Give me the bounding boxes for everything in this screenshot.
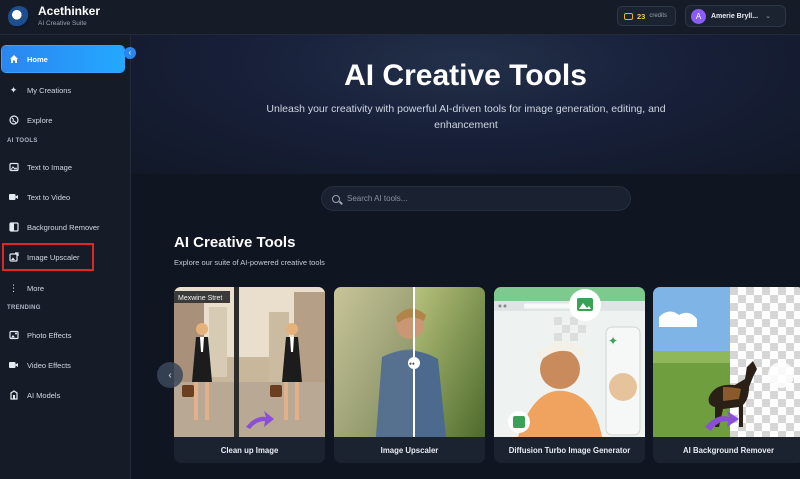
sidebar-item-video-effects[interactable]: Video Effects (2, 352, 124, 378)
hero-subtitle: Unleash your creativity with powerful AI… (266, 103, 666, 131)
street-sign-text: Mexwine Stret (178, 295, 222, 302)
wallet-icon (624, 12, 633, 20)
chevron-down-icon: ⌄ (765, 13, 771, 20)
sidebar-item-label: Explore (27, 115, 53, 125)
brand-name: Acethinker (38, 4, 101, 18)
more-dots-icon: ⋮ (9, 282, 18, 293)
card-label: AI Background Remover (683, 445, 774, 455)
sidebar-item-more[interactable]: ⋮ More (2, 275, 124, 301)
sidebar-item-label: Text to Image (27, 162, 73, 172)
home-icon (8, 54, 19, 65)
brand-subtitle: AI Creative Suite (38, 20, 87, 27)
section-label-ai-tools: AI TOOLS (7, 138, 38, 144)
svg-text:↔: ↔ (409, 360, 415, 368)
search-icon (332, 194, 340, 203)
image-icon (8, 162, 19, 173)
section-subtitle: Explore our suite of AI-powered creative… (174, 258, 325, 267)
sidebar-item-explore[interactable]: Explore (2, 107, 124, 133)
sidebar-item-text-to-image[interactable]: Text to Image (2, 154, 124, 180)
sidebar-item-label: Video Effects (27, 360, 71, 370)
sidebar-item-ai-models[interactable]: AI Models (2, 382, 124, 408)
sidebar-item-photo-effects[interactable]: Photo Effects (2, 322, 124, 348)
video-icon (8, 192, 19, 203)
search-bar[interactable] (321, 186, 631, 211)
photo-effects-icon (8, 330, 19, 341)
background-remover-icon (8, 222, 19, 233)
ai-models-icon (8, 390, 19, 401)
svg-text:✦: ✦ (608, 334, 618, 348)
highlight-box (2, 243, 94, 271)
sidebar-item-label: My Creations (27, 85, 72, 95)
video-effects-icon (8, 360, 19, 371)
collapse-sidebar-button[interactable]: ‹ (124, 47, 136, 59)
card-label: Diffusion Turbo Image Generator (508, 445, 631, 455)
sidebar-item-label: Home (27, 54, 48, 64)
card-image: Mexwine Stret (174, 287, 325, 437)
sidebar-item-label: AI Models (27, 390, 61, 400)
card-image: ✦ (494, 287, 645, 437)
carousel-next-button[interactable] (768, 362, 794, 388)
chevron-left-icon: ‹ (168, 369, 172, 381)
sidebar-item-label: More (27, 283, 45, 293)
user-menu[interactable]: A Amerie Bryll... ⌄ (685, 5, 786, 27)
card-image: ↔ (334, 287, 485, 437)
credits-count: 23 (637, 11, 646, 21)
credits-label: credits (649, 13, 668, 19)
globe-icon (8, 115, 19, 126)
card-label: Image Upscaler (380, 445, 439, 455)
tool-card-clean-up-image[interactable]: Mexwine Stret Clean up Image (174, 287, 325, 463)
sidebar-item-background-remover[interactable]: Background Remover (2, 214, 124, 240)
card-label: Clean up Image (220, 445, 279, 455)
sidebar-item-label: Text to Video (27, 192, 71, 202)
top-bar: Acethinker AI Creative Suite 23 credits … (0, 0, 800, 35)
avatar: A (691, 8, 706, 24)
tool-card-diffusion-turbo[interactable]: ✦ Diffusion Turbo Image Generator (494, 287, 645, 463)
hero-title: AI Creative Tools (344, 59, 587, 92)
user-name: Amerie Bryll... (711, 12, 759, 20)
search-input[interactable] (347, 194, 607, 203)
section-title: AI Creative Tools (174, 234, 296, 251)
carousel-prev-button[interactable]: ‹ (157, 362, 183, 388)
sparkle-icon: ✦ (9, 84, 18, 95)
tool-card-image-upscaler[interactable]: ↔ Image Upscaler (334, 287, 485, 463)
sidebar-item-label: Background Remover (27, 222, 100, 232)
sidebar-item-text-to-video[interactable]: Text to Video (2, 184, 124, 210)
credits-badge[interactable]: 23 credits (617, 6, 676, 26)
hero-banner: AI Creative Tools Unleash your creativit… (131, 35, 800, 174)
sidebar-item-home[interactable]: Home (2, 46, 124, 72)
app-logo[interactable] (8, 6, 30, 28)
sidebar-item-my-creations[interactable]: ✦ My Creations (2, 77, 124, 103)
sidebar-item-label: Photo Effects (27, 330, 72, 340)
section-label-trending: TRENDING (7, 305, 41, 311)
